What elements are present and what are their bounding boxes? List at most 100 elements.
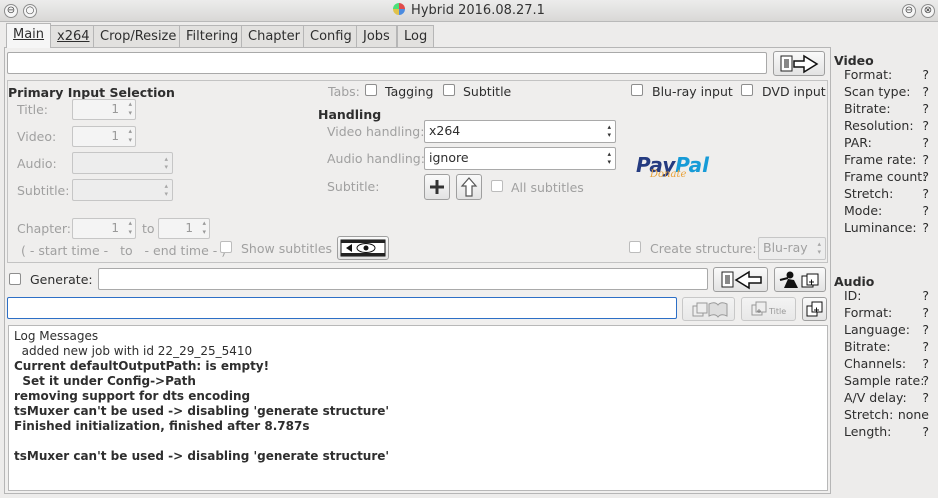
tabs-label: Tabs: xyxy=(328,84,360,99)
info-label: Mode: xyxy=(844,203,883,218)
minimize-button[interactable]: ⊖ xyxy=(902,4,916,18)
tab-config[interactable]: Config xyxy=(303,25,359,48)
audio-select[interactable] xyxy=(72,152,173,174)
job-name-field[interactable] xyxy=(7,297,677,319)
dvd-input-label: DVD input xyxy=(762,84,826,99)
handling-title: Handling xyxy=(318,107,382,122)
tab-crop-resize[interactable]: Crop/Resize xyxy=(93,25,184,48)
info-value: ? xyxy=(922,288,929,303)
save-output-icon xyxy=(721,270,762,289)
info-label: Length: xyxy=(844,424,892,439)
info-label: ID: xyxy=(844,288,862,303)
tab-chapter[interactable]: Chapter xyxy=(241,25,307,48)
paypal-donate-button[interactable]: PayPal Donate xyxy=(636,153,709,180)
tab-log[interactable]: Log xyxy=(397,25,435,48)
generate-label: Generate: xyxy=(30,272,93,287)
info-label: Stretch: xyxy=(844,186,894,201)
tab-x264[interactable]: x264 xyxy=(50,25,97,48)
log-line: added new job with id 22_29_25_5410 xyxy=(14,344,253,358)
log-lines: added new job with id 22_29_25_5410 Curre… xyxy=(14,344,822,464)
audio-label: Audio: xyxy=(17,156,57,171)
info-label: Stretch: xyxy=(844,407,894,422)
all-subtitles-checkbox[interactable] xyxy=(491,180,503,192)
log-line: removing support for dts encoding xyxy=(14,389,251,403)
select-output-button[interactable] xyxy=(713,267,768,292)
info-label: Bitrate: xyxy=(844,339,891,354)
video-handling-label: Video handling: xyxy=(327,124,425,139)
info-value: ? xyxy=(922,390,929,405)
info-label: Frame rate: xyxy=(844,152,917,167)
info-side-panel: Video Format:? Scan type:? Bitrate:? Resolu… xyxy=(831,47,938,494)
add-job-button[interactable] xyxy=(774,267,826,292)
log-line: Finished initialization, finished after … xyxy=(14,419,310,433)
video-spinbox[interactable]: 1 xyxy=(72,126,136,147)
info-value: ? xyxy=(922,101,929,116)
info-value: ? xyxy=(922,135,929,150)
info-label: A/V delay: xyxy=(844,390,907,405)
info-label: Frame count: xyxy=(844,169,927,184)
log-line: tsMuxer can't be used -> disabling 'gene… xyxy=(14,404,390,418)
info-label: PAR: xyxy=(844,135,872,150)
log-line: Current defaultOutputPath: is empty! xyxy=(14,359,270,373)
window-title: Hybrid 2016.08.27.1 xyxy=(0,3,938,18)
all-subtitles-label: All subtitles xyxy=(511,180,584,195)
add-job-queue-button[interactable] xyxy=(802,297,827,321)
log-line: Set it under Config->Path xyxy=(14,374,196,388)
info-label: Channels: xyxy=(844,356,907,371)
preview-button[interactable] xyxy=(337,236,389,260)
tab-main[interactable]: Main xyxy=(6,23,52,48)
generate-checkbox[interactable] xyxy=(9,273,21,285)
video-handling-select[interactable]: x264 xyxy=(424,120,616,143)
open-input-icon xyxy=(780,54,819,73)
chapter-label: Chapter: xyxy=(17,221,71,236)
tagging-checkbox[interactable] xyxy=(365,84,377,96)
info-value: ? xyxy=(922,152,929,167)
info-value: ? xyxy=(922,220,929,235)
subtitle-select[interactable] xyxy=(72,179,173,201)
info-value: none xyxy=(897,407,929,422)
bluray-input-checkbox[interactable] xyxy=(631,84,643,96)
info-value: ? xyxy=(922,424,929,439)
chapter-to-spinbox[interactable]: 1 xyxy=(158,218,210,239)
add-queue-icon xyxy=(806,301,822,317)
dvd-input-checkbox[interactable] xyxy=(741,84,753,96)
output-path-field[interactable] xyxy=(98,268,708,290)
close-button[interactable]: ⊗ xyxy=(921,4,935,18)
tab-filtering[interactable]: Filtering xyxy=(179,25,246,48)
primary-input-title: Primary Input Selection xyxy=(8,85,175,100)
add-folder-icon xyxy=(692,302,727,318)
add-jobs-from-folder-button[interactable] xyxy=(682,297,735,321)
tab-jobs[interactable]: Jobs xyxy=(356,25,397,48)
structure-select[interactable]: Blu-ray xyxy=(758,237,826,260)
info-value: ? xyxy=(922,203,929,218)
info-label: Format: xyxy=(844,67,893,82)
subtitle-tab-checkbox[interactable] xyxy=(443,84,455,96)
info-value: ? xyxy=(922,305,929,320)
info-value: ? xyxy=(922,169,929,184)
chapter-to-label: to xyxy=(142,221,155,236)
worker-add-icon xyxy=(779,271,819,288)
add-subtitle-button[interactable] xyxy=(424,174,450,200)
input-path-field[interactable] xyxy=(7,52,767,74)
show-subtitles-label: Show subtitles xyxy=(241,241,333,256)
bluray-input-label: Blu-ray input xyxy=(652,84,733,99)
subtitle-tab-label: Subtitle xyxy=(463,84,512,99)
show-subtitles-checkbox[interactable] xyxy=(220,241,232,253)
create-structure-checkbox[interactable] xyxy=(629,241,641,253)
log-messages-box[interactable]: Log Messages added new job with id 22_29… xyxy=(8,325,828,491)
window-title-text: Hybrid 2016.08.27.1 xyxy=(411,3,545,18)
info-value: ? xyxy=(922,322,929,337)
chapter-from-spinbox[interactable]: 1 xyxy=(72,218,136,239)
title-spinbox[interactable]: 1 xyxy=(72,99,136,120)
audio-info-header: Audio xyxy=(834,274,875,289)
info-label: Luminance: xyxy=(844,220,917,235)
move-up-button[interactable] xyxy=(456,174,482,200)
app-logo-icon xyxy=(393,3,406,15)
log-header: Log Messages xyxy=(14,329,99,343)
open-input-button[interactable] xyxy=(773,51,825,76)
subtitle-handling-label: Subtitle: xyxy=(327,179,380,194)
audio-handling-select[interactable]: ignore xyxy=(424,147,616,170)
plus-icon xyxy=(430,180,444,194)
add-title-jobs-button[interactable]: Title xyxy=(741,297,796,321)
